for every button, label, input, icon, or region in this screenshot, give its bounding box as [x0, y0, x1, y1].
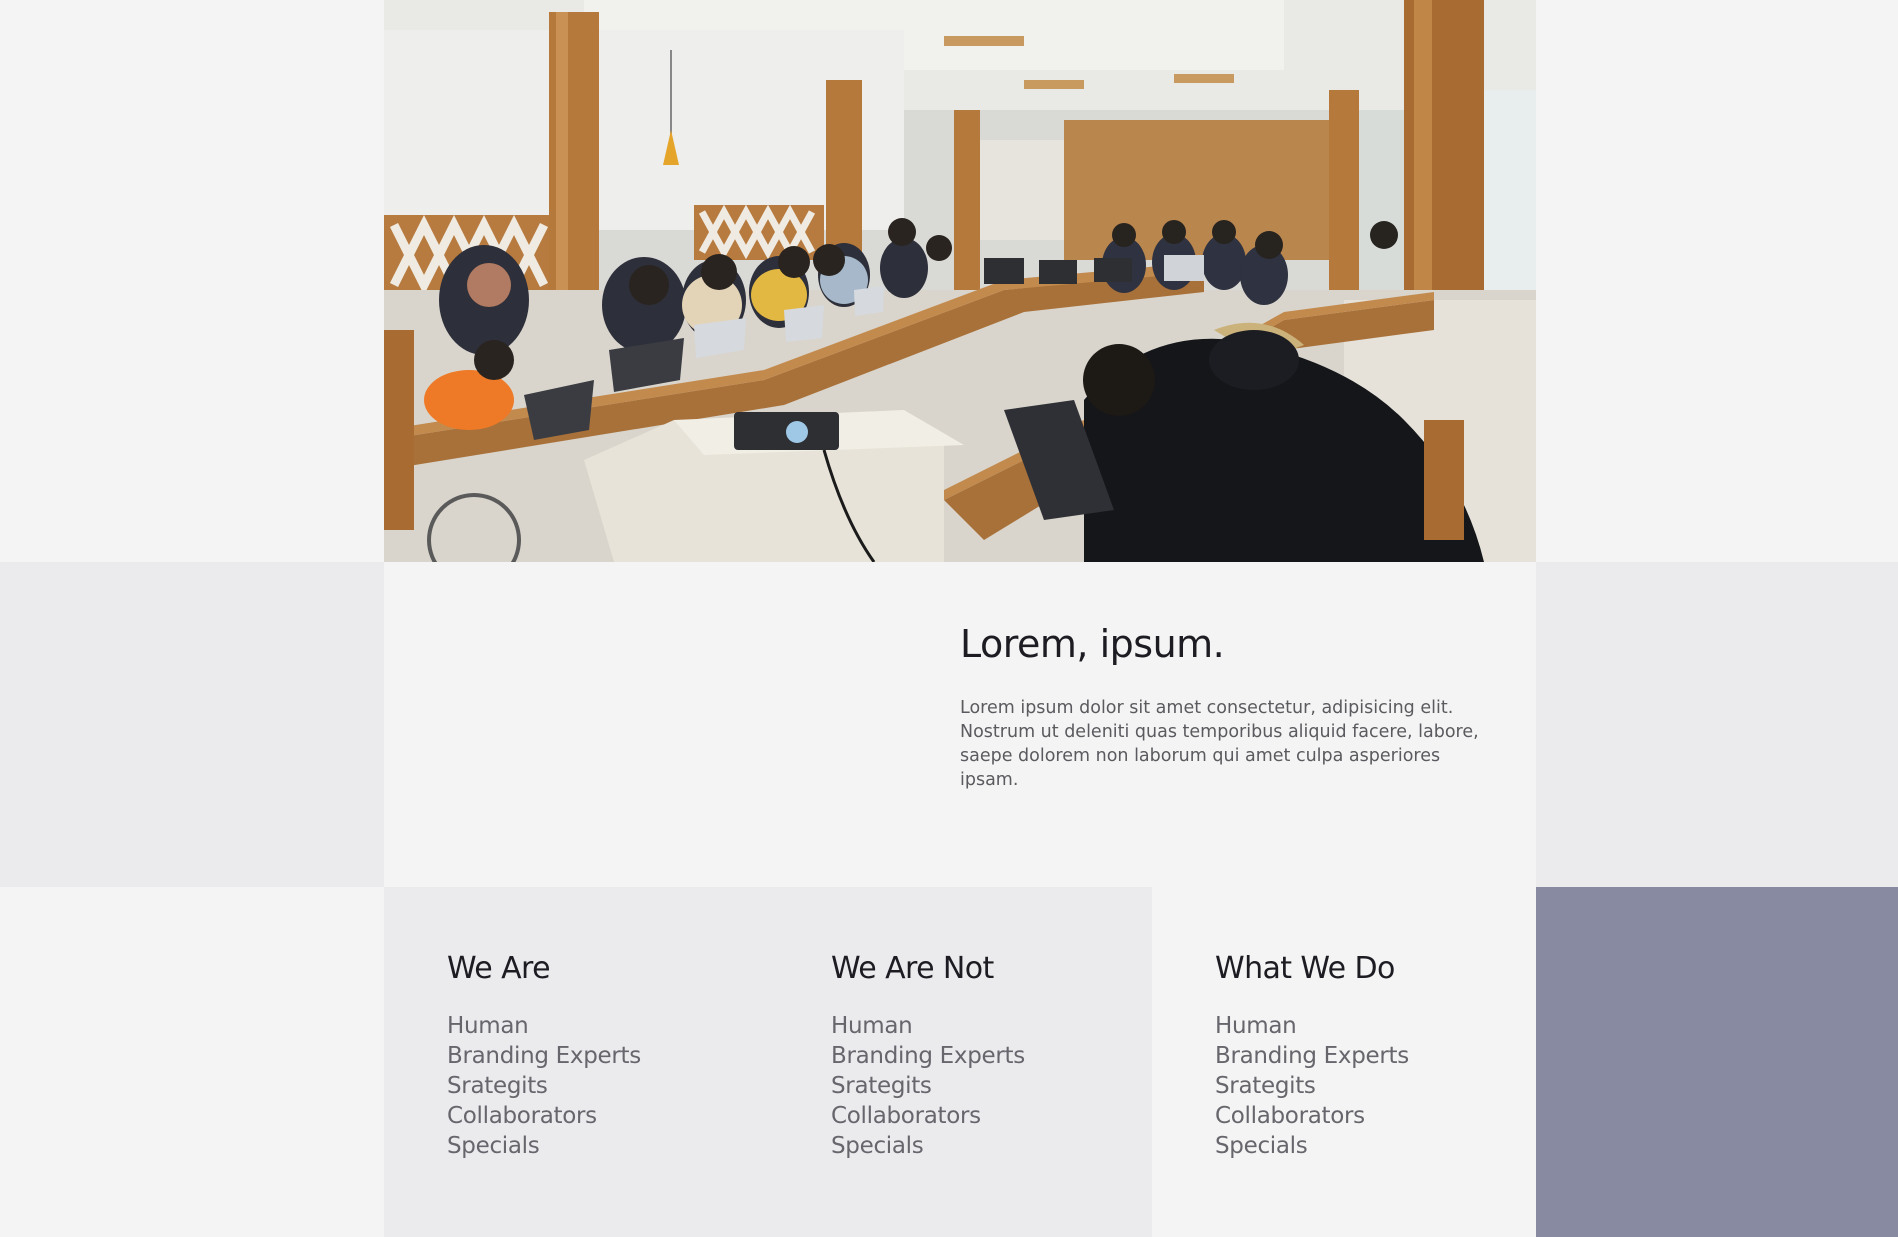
intro-section: Lorem, ipsum. Lorem ipsum dolor sit amet… [384, 562, 1536, 887]
list-item: Specials [447, 1133, 540, 1159]
list-item: Branding Experts [447, 1043, 641, 1069]
right-panel [1536, 562, 1898, 887]
accent-block [1536, 887, 1898, 1237]
hero-photo [384, 0, 1536, 562]
column-heading: We Are [447, 951, 551, 986]
list-item: Branding Experts [1215, 1043, 1409, 1069]
intro-title: Lorem, ipsum. [960, 622, 1225, 666]
list-item: Specials [831, 1133, 924, 1159]
list-item: Collaborators [1215, 1103, 1365, 1129]
list-item: Srategits [447, 1073, 548, 1099]
column-we-are-not: We Are Not Human Branding Experts Srateg… [831, 951, 1151, 1161]
page: Lorem, ipsum. Lorem ipsum dolor sit amet… [0, 0, 1898, 1237]
list-item: Human [447, 1013, 529, 1039]
list-item: Human [831, 1013, 913, 1039]
classroom-photo [384, 0, 1536, 562]
column-heading: What We Do [1215, 951, 1395, 986]
left-panel [0, 562, 384, 887]
bottom-left-panel [0, 887, 384, 1237]
intro-block: Lorem, ipsum. Lorem ipsum dolor sit amet… [960, 622, 1480, 792]
column-list: Human Branding Experts Srategits Collabo… [1215, 1011, 1535, 1161]
column-list: Human Branding Experts Srategits Collabo… [831, 1011, 1151, 1161]
intro-body: Lorem ipsum dolor sit amet consectetur, … [960, 697, 1479, 790]
column-heading: We Are Not [831, 951, 994, 986]
list-item: Collaborators [831, 1103, 981, 1129]
list-item: Srategits [1215, 1073, 1316, 1099]
list-item: Specials [1215, 1133, 1308, 1159]
column-we-are: We Are Human Branding Experts Srategits … [447, 951, 767, 1161]
list-item: Collaborators [447, 1103, 597, 1129]
list-item: Branding Experts [831, 1043, 1025, 1069]
list-item: Human [1215, 1013, 1297, 1039]
list-item: Srategits [831, 1073, 932, 1099]
column-what-we-do: What We Do Human Branding Experts Srateg… [1215, 951, 1535, 1161]
column-list: Human Branding Experts Srategits Collabo… [447, 1011, 767, 1161]
